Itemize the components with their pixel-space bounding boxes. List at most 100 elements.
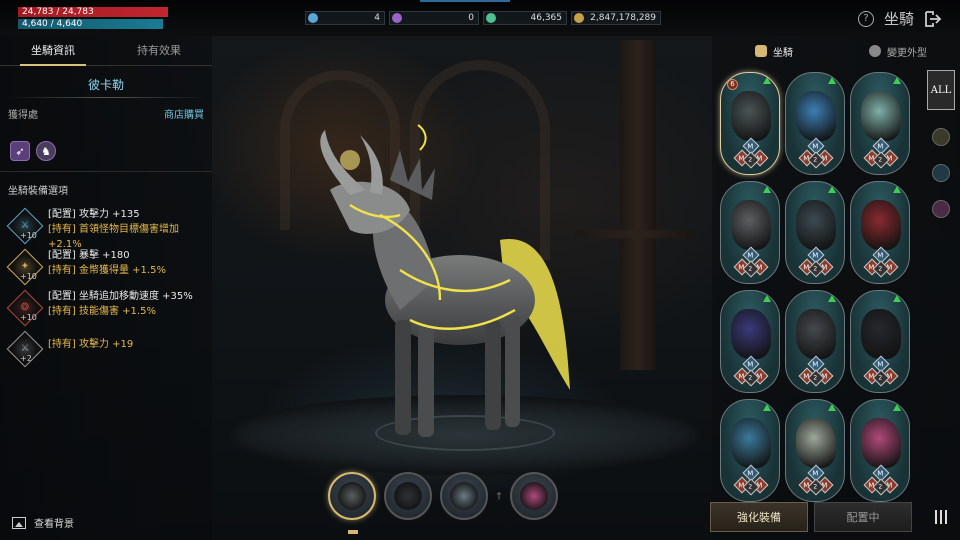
- help-icon[interactable]: ?: [857, 10, 874, 27]
- tab-mounts-label: 坐騎: [773, 47, 793, 59]
- currency-value: 46,365: [530, 13, 563, 23]
- owned-effect: [持有] 技能傷害 +1.5%: [48, 306, 156, 317]
- mount-portrait: [731, 418, 771, 468]
- equipped-button[interactable]: 配置中: [814, 502, 912, 532]
- tab-mount-info[interactable]: 坐騎資訊: [0, 36, 106, 66]
- currency-item: 46,365: [483, 11, 567, 25]
- placed-effect: [配置] 攻擊力 +135: [48, 209, 140, 220]
- list-tabs: 坐騎 變更外型: [712, 36, 960, 66]
- mount-card[interactable]: MMM2: [785, 399, 845, 502]
- tab-mounts[interactable]: 坐騎: [712, 36, 836, 66]
- filter-water-icon[interactable]: [932, 164, 950, 182]
- grade-badge-label: 2: [878, 156, 883, 164]
- upgrade-arrow-icon: [893, 404, 901, 411]
- mount-card[interactable]: MMM2: [850, 72, 910, 175]
- currency-item: 2,847,178,289: [571, 11, 661, 25]
- slot-separator-icon: †: [496, 490, 502, 502]
- enhance-equipment-button[interactable]: 強化裝備: [710, 502, 808, 532]
- vitals: 24,783 / 24,783 4,640 / 4,640: [18, 7, 168, 31]
- grade-badges: MMM2: [798, 137, 834, 169]
- view-background-label: 查看背景: [34, 519, 74, 530]
- upgrade-arrow-icon: [893, 77, 901, 84]
- mp-bar: 4,640 / 4,640: [18, 19, 163, 29]
- filter-all[interactable]: ALL: [927, 70, 955, 110]
- hp-bar: 24,783 / 24,783: [18, 7, 168, 17]
- grade-badges: MMM2: [863, 246, 899, 278]
- filter-arcane-icon[interactable]: [932, 200, 950, 218]
- equip-option-row: ⚔ +2 [持有] 攻擊力 +19: [0, 326, 212, 368]
- enhance-level: +10: [20, 272, 37, 281]
- image-icon: [12, 516, 26, 529]
- grade-badge-label: 2: [813, 156, 818, 164]
- grade-badge-label: 2: [813, 265, 818, 273]
- tab-appearance-label: 變更外型: [887, 47, 927, 59]
- top-accent-line: [420, 0, 510, 2]
- placed-effect: [配置] 坐騎追加移動速度 +35%: [48, 291, 193, 302]
- quick-mount-slot[interactable]: [384, 472, 432, 520]
- tab-change-appearance[interactable]: 變更外型: [836, 36, 960, 66]
- grade-badges: MMM2: [798, 246, 834, 278]
- dash-skill-icon[interactable]: ➶: [10, 141, 30, 161]
- mount-info-panel: 坐騎資訊 持有效果 彼卡勒 獲得處 商店購買 ➶ ♞ 坐騎裝備選項 ⚔ +10 [配…: [0, 36, 212, 540]
- grade-badge-label: 2: [748, 483, 753, 491]
- option-lines: [持有] 攻擊力 +19: [48, 330, 133, 352]
- grade-badges: MMM2: [798, 355, 834, 387]
- equip-option-row: ⚔ +10 [配置] 攻擊力 +135 [持有] 首領怪物目標傷害增加 +2.1%: [0, 203, 212, 250]
- grade-badge-label: 2: [878, 374, 883, 382]
- filter-earth-icon[interactable]: [932, 128, 950, 146]
- currency-item: 0: [389, 11, 479, 25]
- mount-card[interactable]: MMM2: [850, 181, 910, 284]
- page-title: 坐騎: [883, 10, 914, 28]
- mount-model: [320, 124, 570, 437]
- grade-badges: MMM2: [733, 464, 769, 496]
- slot-portrait: [520, 482, 548, 510]
- quick-mount-slot[interactable]: [328, 472, 376, 520]
- view-background-button[interactable]: 查看背景: [12, 515, 74, 530]
- mount-portrait: [796, 91, 836, 141]
- mount-card[interactable]: MMM2: [850, 290, 910, 393]
- green-feather-icon: [486, 13, 496, 23]
- tab-owned-effects[interactable]: 持有效果: [106, 36, 212, 65]
- mount-portrait: [796, 200, 836, 250]
- mount-skills: ➶ ♞: [0, 129, 212, 171]
- acquire-row: 獲得處 商店購買: [0, 98, 212, 129]
- equip-option-row: ✦ +10 [配置] 暴擊 +180 [持有] 金幣獲得量 +1.5%: [0, 244, 212, 286]
- horse-skill-icon[interactable]: ♞: [36, 141, 56, 161]
- acquire-label: 獲得處: [8, 110, 38, 121]
- exit-icon[interactable]: [924, 10, 942, 27]
- quick-mount-slot[interactable]: [510, 472, 558, 520]
- grade-badge-label: 2: [813, 483, 818, 491]
- mount-card[interactable]: MMM2: [785, 181, 845, 284]
- mount-card[interactable]: 6 MMM2: [720, 72, 780, 175]
- acquire-link[interactable]: 商店購買: [164, 106, 204, 121]
- mount-portrait: [861, 418, 901, 468]
- mount-portrait: [861, 200, 901, 250]
- mount-card[interactable]: MMM2: [785, 72, 845, 175]
- currency-value: 4: [374, 13, 380, 23]
- mount-card[interactable]: MMM2: [720, 181, 780, 284]
- grade-badges: MMM2: [733, 355, 769, 387]
- upgrade-arrow-icon: [763, 295, 771, 302]
- currency-value: 0: [468, 13, 474, 23]
- mount-card[interactable]: MMM2: [785, 290, 845, 393]
- slot-portrait: [450, 482, 478, 510]
- upgrade-arrow-icon: [763, 186, 771, 193]
- upgrade-arrow-icon: [828, 295, 836, 302]
- mount-portrait: [731, 309, 771, 359]
- active-slot-marker: [348, 530, 358, 534]
- grade-badges: MMM2: [863, 464, 899, 496]
- mount-card[interactable]: MMM2: [850, 399, 910, 502]
- upgrade-arrow-icon: [893, 186, 901, 193]
- mount-card[interactable]: MMM2: [720, 290, 780, 393]
- equip-options-list: ⚔ +10 [配置] 攻擊力 +135 [持有] 首領怪物目標傷害增加 +2.1% ✦ +…: [0, 203, 212, 368]
- mount-grid: 6 MMM2 MMM2 MMM2 MMM2 MMM2 MMM2 MMM2 MMM2 MMM2 MMM…: [720, 72, 916, 502]
- appearance-icon: [869, 45, 881, 57]
- upgrade-arrow-icon: [828, 186, 836, 193]
- quick-mount-slot[interactable]: [440, 472, 488, 520]
- mount-portrait: [796, 418, 836, 468]
- mount-card[interactable]: MMM2: [720, 399, 780, 502]
- enhance-level: +2: [20, 354, 32, 363]
- menu-icon[interactable]: [935, 510, 949, 524]
- top-right: ? 坐騎: [857, 8, 942, 29]
- grade-badge-label: 2: [748, 374, 753, 382]
